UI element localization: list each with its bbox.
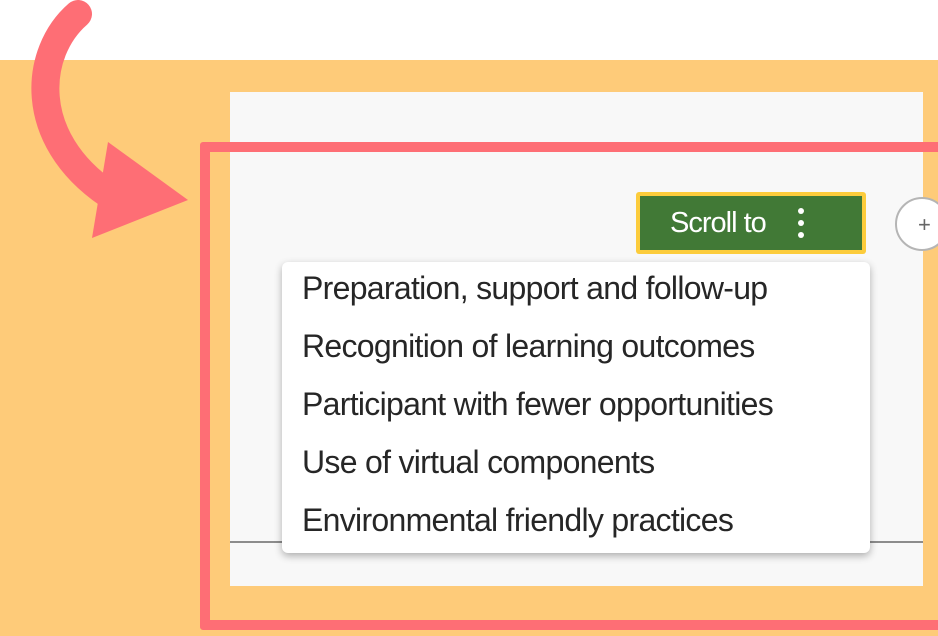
- curved-arrow-icon: [31, 0, 188, 238]
- highlight-frame: [200, 142, 938, 630]
